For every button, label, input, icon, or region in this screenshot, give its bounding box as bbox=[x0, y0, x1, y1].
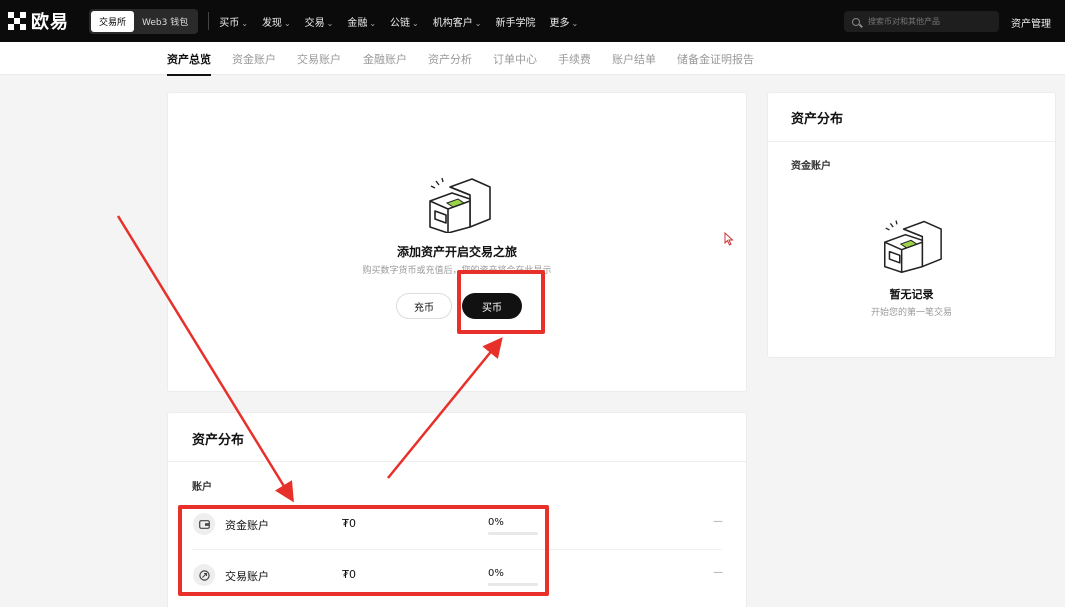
tab-order-center[interactable]: 订单中心 bbox=[493, 51, 537, 67]
nav-item-label: 金融 bbox=[347, 17, 368, 29]
tab-asset-analysis[interactable]: 资产分析 bbox=[428, 51, 472, 67]
search-input[interactable] bbox=[868, 17, 998, 26]
row-more-action[interactable]: — bbox=[713, 516, 723, 527]
chevron-down-icon: ⌄ bbox=[326, 18, 334, 28]
right-asset-distribution-card: 资产分布 资金账户 暂无记录 开始您的第一笔交易 bbox=[767, 92, 1056, 358]
row-more-action[interactable]: — bbox=[713, 567, 723, 578]
asset-management-menu[interactable]: 资产管理 bbox=[1011, 15, 1051, 30]
tab-statements[interactable]: 账户结单 bbox=[612, 51, 656, 67]
empty-title: 添加资产开启交易之旅 bbox=[396, 245, 517, 259]
nav-item-label: 机构客户 bbox=[432, 17, 473, 29]
no-records-title: 暂无记录 bbox=[889, 288, 934, 301]
nav-divider bbox=[208, 12, 210, 30]
okx-logo[interactable]: 欧易 bbox=[8, 8, 69, 34]
nav-item-label: 公链 bbox=[390, 17, 411, 29]
tab-fees[interactable]: 手续费 bbox=[558, 51, 591, 67]
chevron-down-icon: ⌄ bbox=[571, 18, 579, 28]
tab-trading-account[interactable]: 交易账户 bbox=[297, 51, 341, 67]
tab-earn-account[interactable]: 金融账户 bbox=[363, 51, 407, 67]
nav-item[interactable]: 新手学院 bbox=[495, 14, 535, 29]
okx-logo-icon bbox=[8, 12, 26, 30]
annotation-box-account-rows bbox=[178, 505, 549, 596]
search-icon bbox=[852, 17, 860, 26]
nav-item-label: 发现 bbox=[261, 17, 282, 29]
nav-item[interactable]: 买币 ⌄ bbox=[219, 14, 248, 29]
nav-item[interactable]: 机构客户 ⌄ bbox=[433, 14, 482, 29]
right-card-title: 资产分布 bbox=[791, 112, 844, 127]
deposit-button-label: 充币 bbox=[414, 302, 434, 314]
logo-text: 欧易 bbox=[31, 12, 69, 33]
nav-item[interactable]: 公链 ⌄ bbox=[390, 14, 419, 29]
no-records-subtitle: 开始您的第一笔交易 bbox=[870, 308, 952, 318]
distribution-title: 资产分布 bbox=[192, 433, 245, 448]
right-card-divider bbox=[768, 141, 1055, 142]
chevron-down-icon: ⌄ bbox=[412, 18, 419, 28]
deposit-button[interactable]: 充币 bbox=[396, 293, 452, 319]
nav-item[interactable]: 发现 ⌄ bbox=[262, 14, 291, 29]
segment-exchange[interactable]: 交易所 bbox=[91, 10, 135, 32]
empty-drawer-icon bbox=[429, 177, 491, 233]
top-navbar: 欧易 交易所 Web3 钱包 买币 ⌄ 发现 ⌄ 交易 ⌄ 金融 ⌄ 公链 ⌄ 机构客户 ⌄ 新手学院更… bbox=[0, 0, 1065, 42]
nav-item-label: 买币 bbox=[219, 17, 240, 29]
right-card-section: 资金账户 bbox=[791, 161, 831, 172]
chevron-down-icon: ⌄ bbox=[369, 18, 377, 28]
nav-item[interactable]: 更多 ⌄ bbox=[549, 14, 578, 29]
account-column-header: 账户 bbox=[192, 482, 212, 493]
search-box[interactable] bbox=[844, 11, 999, 32]
tab-asset-overview[interactable]: 资产总览 bbox=[167, 51, 211, 76]
exchange-wallet-switch[interactable]: 交易所 Web3 钱包 bbox=[89, 8, 199, 34]
distribution-divider bbox=[168, 461, 746, 462]
nav-item-label: 更多 bbox=[549, 17, 570, 29]
empty-assets-card: 添加资产开启交易之旅 购买数字货币或充值后，您的资产将会在此显示 充币 买币 bbox=[167, 92, 747, 392]
nav-item[interactable]: 金融 ⌄ bbox=[347, 14, 376, 29]
chevron-down-icon: ⌄ bbox=[241, 18, 248, 28]
tab-proof-of-reserves[interactable]: 储备金证明报告 bbox=[677, 51, 754, 67]
segment-web3-wallet[interactable]: Web3 钱包 bbox=[134, 11, 196, 32]
mouse-cursor-icon bbox=[724, 232, 734, 246]
asset-management-label: 资产管理 bbox=[1011, 19, 1051, 30]
chevron-down-icon: ⌄ bbox=[283, 18, 291, 28]
nav-item[interactable]: 交易 ⌄ bbox=[305, 14, 334, 29]
asset-subnav: 资产总览 资金账户 交易账户 金融账户 资产分析 订单中心 手续费 账户结单 储… bbox=[0, 42, 1065, 76]
annotation-box-buy-button bbox=[457, 270, 545, 334]
main-menu: 买币 ⌄ 发现 ⌄ 交易 ⌄ 金融 ⌄ 公链 ⌄ 机构客户 ⌄ 新手学院 更多 ⌄ bbox=[219, 14, 592, 29]
no-records-icon bbox=[884, 220, 942, 273]
chevron-down-icon: ⌄ bbox=[474, 18, 482, 28]
nav-item-label: 新手学院 bbox=[495, 17, 536, 29]
tab-funding-account[interactable]: 资金账户 bbox=[232, 51, 276, 67]
nav-item-label: 交易 bbox=[304, 17, 325, 29]
